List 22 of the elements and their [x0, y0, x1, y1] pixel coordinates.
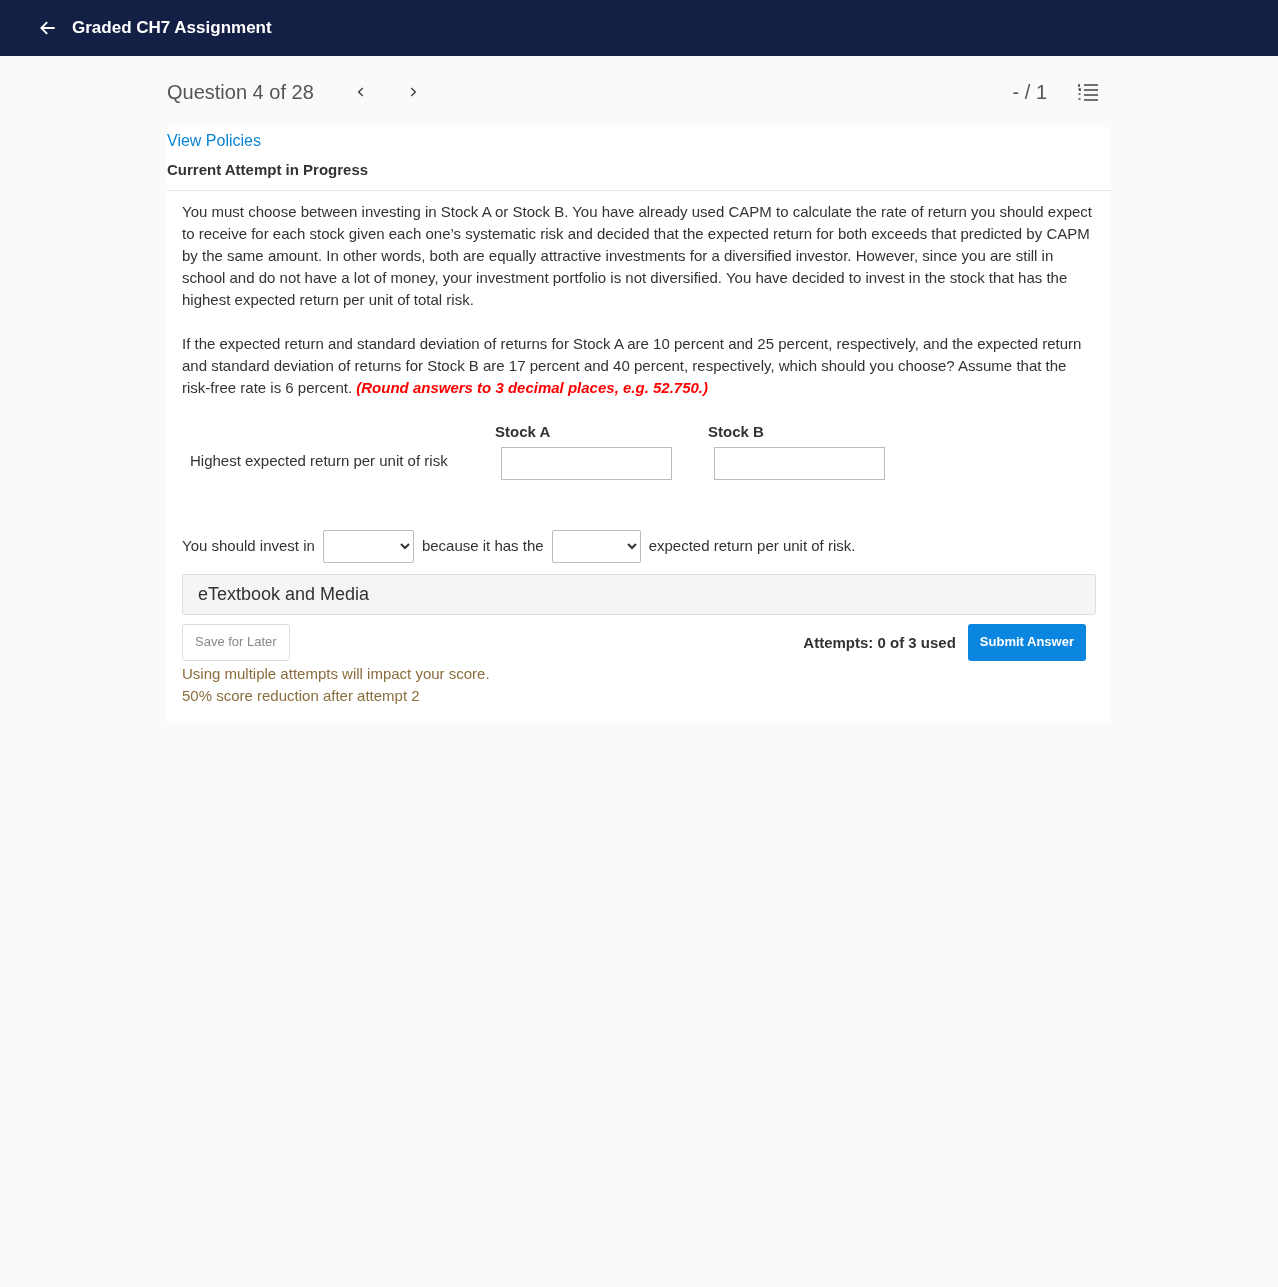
- attempts-counter: Attempts: 0 of 3 used: [803, 632, 956, 653]
- question-counter: Question 4 of 28: [167, 79, 314, 105]
- view-policies-link[interactable]: View Policies: [167, 132, 261, 149]
- attempt-warning: 50% score reduction after attempt 2: [182, 685, 421, 706]
- sentence-text: expected return per unit of risk.: [648, 536, 856, 556]
- attempt-warning: Using multiple attempts will impact your score.: [182, 663, 491, 684]
- column-header: Stock B: [708, 421, 765, 442]
- attempt-status: Current Attempt in Progress: [167, 159, 1111, 191]
- rounding-instruction: (Round answers to 3 decimal places, e.g. 52.750.): [356, 378, 709, 396]
- sentence-text: You should invest in: [182, 536, 315, 556]
- etextbook-section[interactable]: eTextbook and Media: [182, 573, 1096, 615]
- question-score: - / 1: [1012, 79, 1047, 105]
- assignment-title: Graded CH7 Assignment: [72, 17, 272, 40]
- question-list-icon[interactable]: [1077, 82, 1099, 101]
- save-for-later-button[interactable]: Save for Later: [182, 623, 290, 661]
- sentence-text: because it has the: [421, 536, 544, 556]
- submit-answer-button[interactable]: Submit Answer: [967, 623, 1086, 661]
- answer-input-field[interactable]: [714, 446, 885, 480]
- row-label: Highest expected return per unit of risk: [190, 451, 449, 471]
- question-paragraph: If the expected return and standard deviation of returns for Stock A are 10 percent and 25 percent, respectively, and the expected return and standard deviation of returns for Stock B are 17 percent and 40 percent, respectively, which should you choose? Assume that the risk-free rate is 6 percent. (Round answers to 3 decimal places, e.g. 52.750.): [182, 333, 1083, 398]
- question-paragraph: You must choose between investing in Stock A or Stock B. You have already used CAPM to calculate the rate of return you should expect to receive for each stock given each one’s systematic risk and decided that the expected return for both exceeds that predicted by CAPM by the same amount. In other words, both are equally attractive investments for a diversified investor. However, since you are still in school and do not have a lot of money, your investment portfolio is not diversified. You have decided to invest in the stock that has the highest expected return per unit of total risk.: [182, 201, 1093, 310]
- answer-input-field[interactable]: [501, 446, 672, 480]
